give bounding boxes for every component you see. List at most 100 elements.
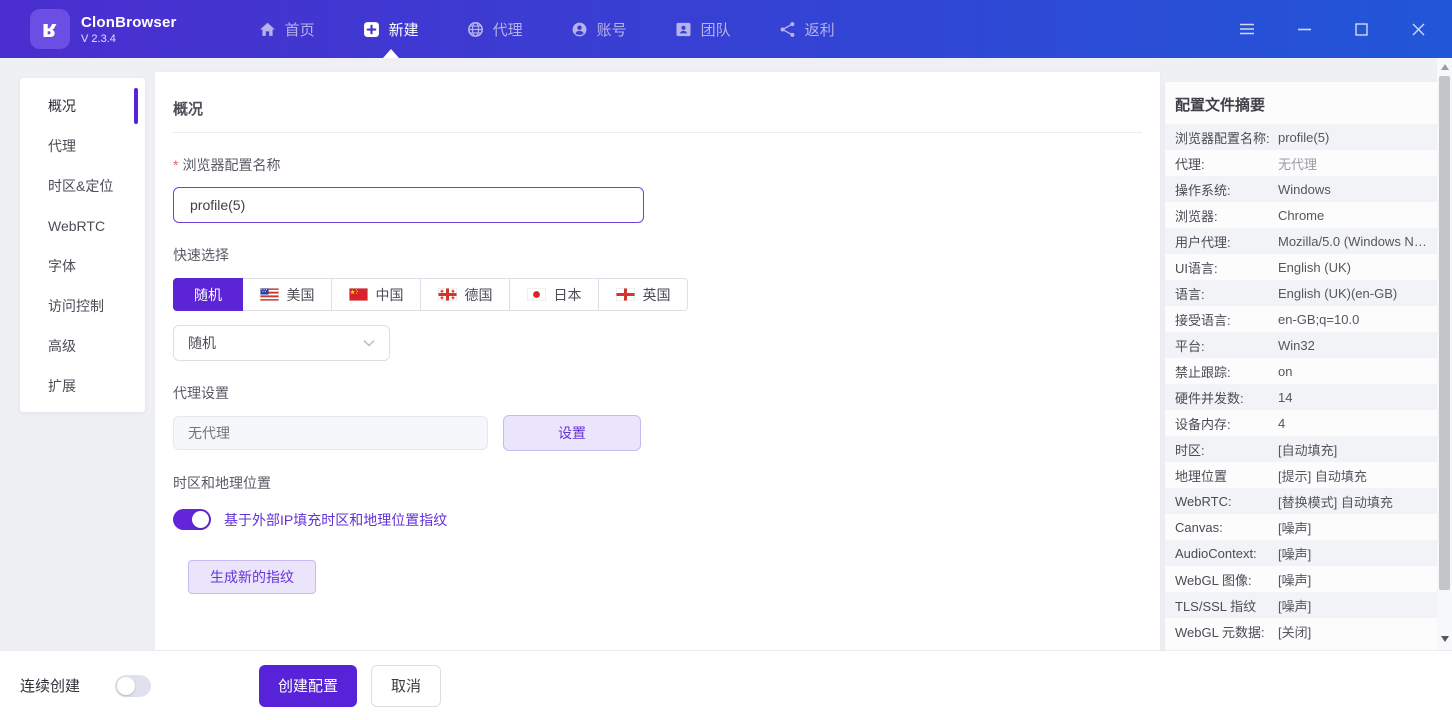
proxy-settings-label: 代理设置 [173,385,229,401]
sidebar-item-overview[interactable]: 概况 [20,86,145,126]
summary-row: 用户代理: Mozilla/5.0 (Windows NT 1... [1165,228,1437,254]
nav-account[interactable]: 账号 [547,0,651,58]
quick-select-random-button[interactable]: 随机 [173,278,243,311]
sidebar-item-proxy[interactable]: 代理 [20,126,145,166]
settings-sidebar: 概况 代理 时区&定位 WebRTC 字体 访问控制 高级 扩展 [20,78,145,412]
summary-row: 浏览器: Chrome [1165,202,1437,228]
summary-title: 配置文件摘要 [1175,97,1266,114]
summary-row-value: [提示] 自动填充 [1278,468,1367,484]
summary-row-value: [噪声] [1278,572,1312,588]
nav-proxy[interactable]: 代理 [443,0,547,58]
quick-select-us-button[interactable]: 美国 [243,278,332,311]
summary-row-value: 14 [1278,389,1293,405]
app-name: ClonBrowser [81,13,177,31]
timezone-section-label: 时区和地理位置 [173,475,271,491]
minimize-icon[interactable] [1296,21,1312,37]
sidebar-item-fonts[interactable]: 字体 [20,246,145,286]
summary-row-label: 禁止跟踪: [1175,364,1231,380]
summary-row-label: 用户代理: [1175,234,1231,250]
fill-by-ip-toggle[interactable] [173,509,211,530]
summary-row-label: 地理位置 [1175,468,1228,484]
nav-rebate[interactable]: 返利 [755,0,859,58]
sidebar-item-webrtc[interactable]: WebRTC [20,206,145,246]
proxy-input[interactable] [173,416,488,450]
quick-select-de-button[interactable]: 德国 [421,278,510,311]
toggle-knob [192,511,209,528]
profile-form: 概况 *浏览器配置名称 快速选择 随机 美国 中国 [155,72,1160,650]
summary-row: Canvas: [噪声] [1165,514,1437,540]
summary-row-label: WebRTC: [1175,493,1232,509]
summary-row-label: Canvas: [1175,519,1223,535]
continuous-create-toggle[interactable] [115,674,152,697]
maximize-icon[interactable] [1353,21,1369,37]
nav-label: 代理 [492,21,523,39]
scroll-up-arrow-icon[interactable] [1437,60,1452,74]
fill-by-ip-label: 基于外部IP填充时区和地理位置指纹 [224,511,448,528]
summary-row-label: 代理: [1175,156,1205,172]
summary-row-value: Chrome [1278,207,1325,223]
scrollbar-thumb[interactable] [1439,76,1450,590]
close-icon[interactable] [1410,21,1426,37]
proxy-row: 设置 [173,415,1142,451]
proxy-settings-button[interactable]: 设置 [503,415,641,451]
summary-row-label: 接受语言: [1175,312,1231,328]
summary-row: 地理位置 [提示] 自动填充 [1165,462,1437,488]
cn-flag-icon [348,288,368,301]
menu-icon[interactable] [1239,21,1255,37]
quick-select-gb-button[interactable]: 英国 [599,278,688,311]
summary-row-label: UI语言: [1175,260,1218,276]
quick-select-group: 随机 美国 中国 德国 日本 英国 [173,278,1142,311]
summary-row-value: [噪声] [1278,598,1312,614]
summary-row-label: 语言: [1175,286,1205,302]
summary-row: UI语言: English (UK) [1165,254,1437,280]
summary-row-value: Win32 [1278,337,1315,353]
generate-fingerprint-button[interactable]: 生成新的指纹 [188,560,316,594]
sidebar-item-extensions[interactable]: 扩展 [20,366,145,406]
summary-row-value: [噪声] [1278,520,1312,536]
quick-select-jp-button[interactable]: 日本 [510,278,599,311]
vertical-scrollbar[interactable] [1437,58,1452,650]
sidebar-item-label: 时区&定位 [48,178,114,194]
sidebar-item-label: 概况 [48,98,76,114]
summary-row: WebGL 元数据: [关闭] [1165,618,1437,644]
summary-row-label: 浏览器: [1175,208,1218,224]
summary-row-value: 4 [1278,415,1286,431]
summary-row: WebRTC: [替换模式] 自动填充 [1165,488,1437,514]
quick-select-dropdown[interactable]: 随机 [173,325,390,361]
globe-icon [467,21,483,37]
de-flag-icon [437,288,457,301]
sidebar-item-label: 代理 [48,138,76,154]
summary-row-value: en-GB;q=10.0 [1278,311,1360,327]
profile-name-input[interactable] [173,187,644,223]
summary-row-value: English (UK) [1278,259,1351,275]
summary-row-label: 硬件并发数: [1175,390,1244,406]
summary-row-label: WebGL 元数据: [1175,624,1265,640]
quick-select-label: 快速选择 [173,247,229,263]
cancel-button[interactable]: 取消 [371,664,442,707]
summary-row-label: WebGL 图像: [1175,572,1252,588]
section-title: 概况 [173,101,204,118]
dropdown-value: 随机 [188,335,216,351]
nav-home[interactable]: 首页 [235,0,339,58]
scroll-down-arrow-icon[interactable] [1437,632,1452,646]
summary-row-value: 无代理 [1278,156,1318,172]
profile-name-label: * 浏览器配置名称 [173,157,281,173]
nav-new[interactable]: 新建 [339,0,443,58]
divider [173,132,1142,133]
summary-row-label: 时区: [1175,442,1205,458]
summary-row: 平台: Win32 [1165,332,1437,358]
active-tab-pointer [382,49,399,58]
home-icon [259,22,275,36]
footer-bar: 连续创建 创建配置 取消 [0,650,1452,720]
quick-select-cn-button[interactable]: 中国 [332,278,421,311]
summary-row-value: profile(5) [1278,129,1330,145]
sidebar-item-advanced[interactable]: 高级 [20,326,145,366]
sidebar-item-access-control[interactable]: 访问控制 [20,286,145,326]
nav-label: 新建 [388,21,419,39]
nav-label: 首页 [284,21,315,39]
window-controls [1239,21,1452,37]
nav-team[interactable]: 团队 [651,0,755,58]
active-indicator [134,88,138,124]
create-profile-button[interactable]: 创建配置 [259,664,358,707]
sidebar-item-timezone[interactable]: 时区&定位 [20,166,145,206]
